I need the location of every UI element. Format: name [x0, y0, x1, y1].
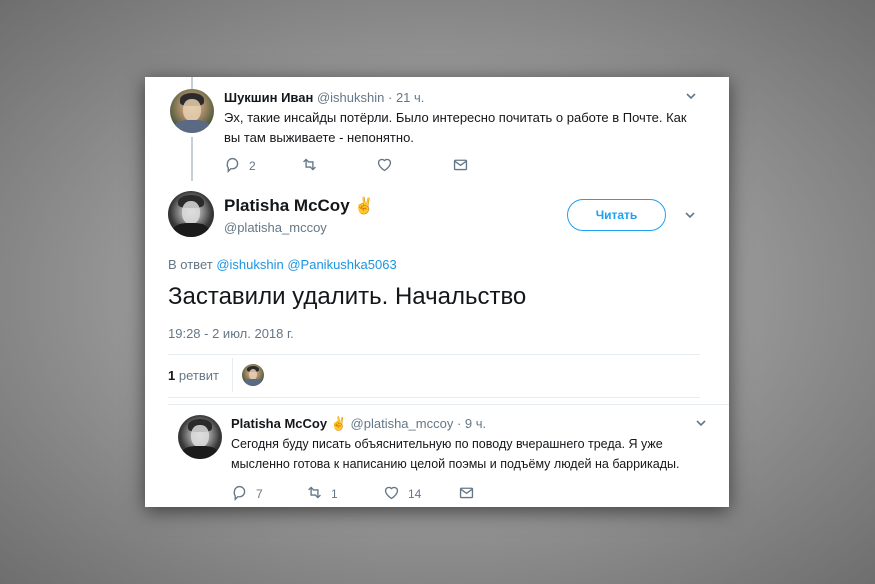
divider-top — [168, 354, 700, 355]
thread-line-2 — [191, 137, 193, 181]
retweet-stats[interactable]: 1 ретвит — [168, 368, 219, 383]
reply-tweet-line-1: Сегодня буду писать объяснительную по по… — [231, 437, 663, 451]
reply-tweet-text: Сегодня буду писать объяснительную по по… — [231, 434, 679, 474]
retweet-icon — [301, 156, 318, 176]
main-author-handle[interactable]: @platisha_mccoy — [224, 220, 327, 235]
main-author-name[interactable]: Platisha McCoy — [224, 196, 350, 215]
reply-retweet-count: 1 — [331, 487, 338, 501]
prev-reply-count: 2 — [249, 159, 256, 173]
prev-author-name[interactable]: Шукшин Иван — [224, 90, 313, 105]
reply-icon — [231, 484, 248, 504]
prev-author-handle[interactable]: @ishukshin — [317, 90, 384, 105]
avatar-platisha[interactable] — [168, 191, 214, 237]
prev-tweet-time[interactable]: · 21 ч. — [388, 90, 424, 105]
reply-mention-1[interactable]: @ishukshin — [216, 257, 283, 272]
reply-message-button[interactable] — [458, 484, 475, 504]
tweet-card: Шукшин Иван @ishukshin · 21 ч. Эх, такие… — [145, 77, 729, 507]
reply-chevron-down-icon[interactable] — [694, 416, 708, 433]
reply-context: В ответ @ishukshin @Panikushka5063 — [168, 257, 397, 272]
retweeter-avatar[interactable] — [242, 364, 264, 386]
prev-tweet-text: Эх, такие инсайды потёрли. Было интересн… — [224, 108, 687, 148]
message-icon — [458, 484, 475, 504]
main-tweet-timestamp[interactable]: 19:28 - 2 июл. 2018 г. — [168, 326, 294, 341]
divider-bottom — [168, 397, 700, 398]
main-chevron-down-icon[interactable] — [683, 208, 697, 225]
reply-tweet-header: Platisha McCoy ✌ @platisha_mccoy · 9 ч. — [231, 416, 486, 432]
reply-icon — [224, 156, 241, 176]
prev-like-button[interactable] — [376, 156, 393, 176]
avatar-ishukshin[interactable] — [170, 89, 214, 133]
message-icon — [452, 156, 469, 176]
prev-tweet-line-2: вы там выживаете - непонятно. — [224, 130, 414, 145]
reply-like-count: 14 — [408, 487, 422, 501]
reply-mention-2[interactable]: @Panikushka5063 — [287, 257, 396, 272]
chevron-down-icon[interactable] — [684, 89, 698, 106]
stats-divider — [232, 358, 233, 392]
reply-like-button[interactable]: 14 — [383, 484, 421, 504]
hand-emoji-icon: ✌ — [354, 198, 375, 215]
retweet-count: 1 — [168, 368, 176, 383]
main-tweet-text: Заставили удалить. Начальство — [168, 283, 527, 310]
reply-retweet-button[interactable]: 1 — [306, 484, 338, 504]
reply-author-handle[interactable]: @platisha_mccoy — [351, 416, 454, 431]
like-icon — [383, 484, 400, 504]
reply-author-name[interactable]: Platisha McCoy — [231, 416, 327, 431]
reply-tweet-time[interactable]: · 9 ч. — [457, 416, 486, 431]
reply-hand-emoji-icon: ✌ — [330, 416, 347, 431]
reply-prefix: В ответ — [168, 257, 213, 272]
like-icon — [376, 156, 393, 176]
reply-tweet-line-2: мысленно готова к написанию целой поэмы … — [231, 457, 680, 471]
reply-avatar-platisha[interactable] — [178, 415, 222, 459]
prev-retweet-button[interactable] — [301, 156, 318, 176]
reply-reply-count: 7 — [256, 487, 263, 501]
reply-divider — [168, 404, 729, 405]
thread-line — [191, 77, 193, 89]
reply-reply-button[interactable]: 7 — [231, 484, 263, 504]
prev-message-button[interactable] — [452, 156, 469, 176]
retweet-label: ретвит — [178, 368, 219, 383]
prev-tweet-line-1: Эх, такие инсайды потёрли. Было интересн… — [224, 110, 687, 125]
main-author: Platisha McCoy ✌ — [224, 196, 374, 216]
follow-button[interactable]: Читать — [567, 199, 666, 231]
retweet-icon — [306, 484, 323, 504]
prev-reply-button[interactable]: 2 — [224, 156, 256, 176]
prev-tweet-header: Шукшин Иван @ishukshin · 21 ч. — [224, 90, 424, 105]
